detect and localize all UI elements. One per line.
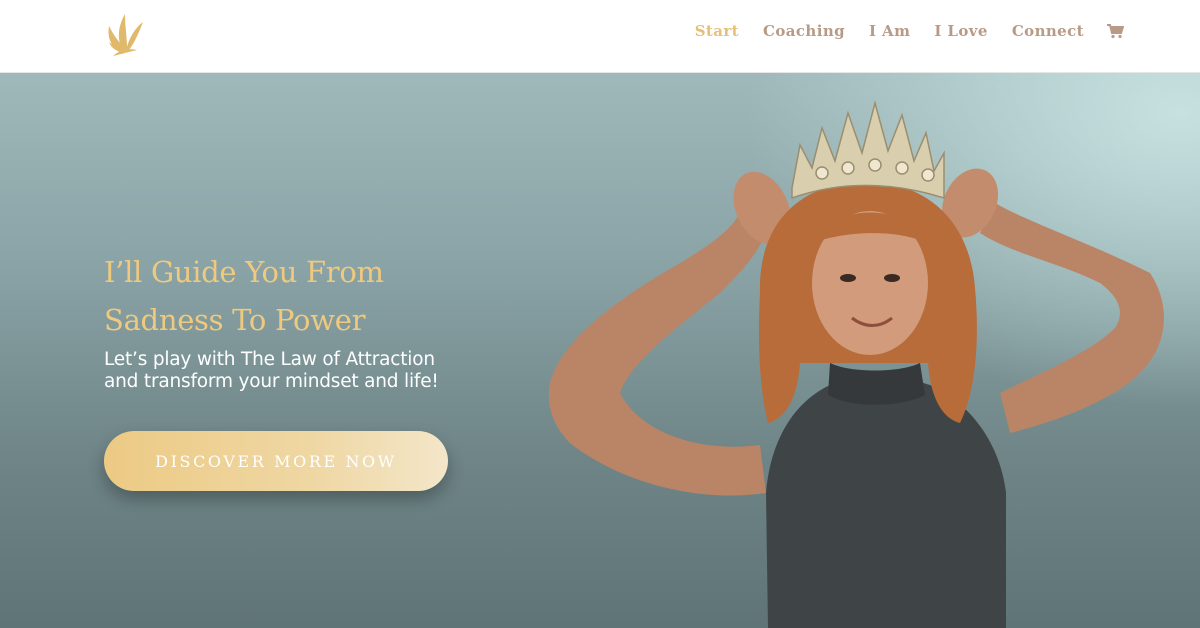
- subline-line-2: and transform your mindset and life!: [104, 371, 439, 392]
- headline-line-1: I’ll Guide You From: [104, 255, 384, 289]
- discover-more-button[interactable]: DISCOVER MORE NOW: [104, 431, 448, 491]
- nav-connect[interactable]: Connect: [1012, 22, 1084, 40]
- subline-line-1: Let’s play with The Law of Attraction: [104, 349, 435, 370]
- feather-wing-logo[interactable]: [103, 8, 145, 58]
- hero-subline: Let’s play with The Law of Attraction an…: [104, 349, 524, 393]
- hero-section: I’ll Guide You From Sadness To Power Let…: [0, 73, 1200, 628]
- nav-i-am[interactable]: I Am: [869, 22, 910, 40]
- main-navigation: Start Coaching I Am I Love Connect: [671, 22, 1124, 40]
- woman-wearing-crown-photo: [548, 100, 1164, 628]
- shopping-cart-icon[interactable]: [1106, 23, 1124, 39]
- hero-headline: I’ll Guide You From Sadness To Power: [104, 248, 524, 344]
- nav-coaching[interactable]: Coaching: [763, 22, 845, 40]
- site-header: Start Coaching I Am I Love Connect: [0, 0, 1200, 73]
- nav-start[interactable]: Start: [695, 22, 739, 40]
- nav-i-love[interactable]: I Love: [934, 22, 987, 40]
- headline-line-2: Sadness To Power: [104, 303, 366, 337]
